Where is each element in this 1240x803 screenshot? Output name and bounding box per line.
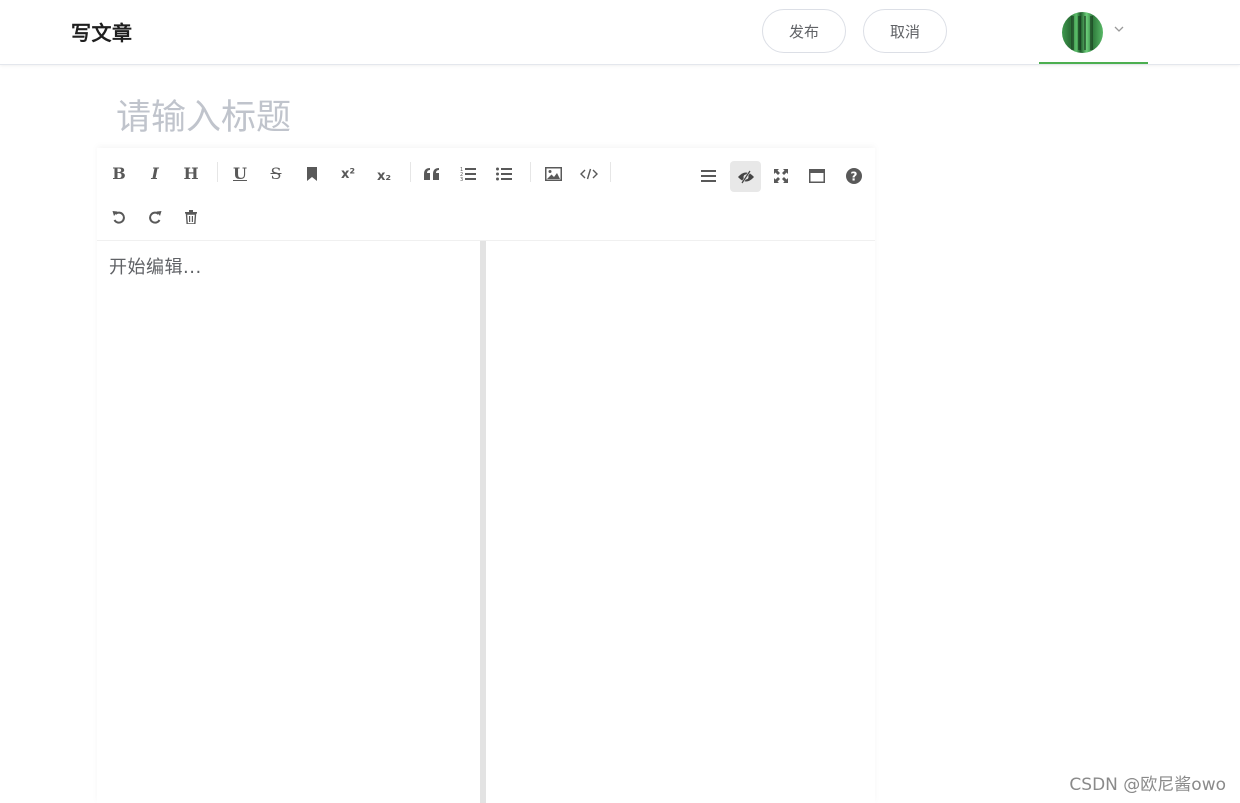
redo-button[interactable] bbox=[141, 203, 169, 231]
undo-icon bbox=[112, 211, 125, 224]
redo-icon bbox=[149, 211, 162, 224]
trash-icon bbox=[185, 210, 197, 224]
chevron-down-icon[interactable] bbox=[1112, 22, 1126, 36]
strikethrough-button[interactable]: S bbox=[262, 160, 290, 188]
page-title: 写文章 bbox=[71, 21, 133, 45]
editor-toolbar: B I H U S x² x₂ 1 2 3 ? bbox=[97, 148, 875, 241]
code-icon bbox=[580, 168, 598, 180]
italic-button[interactable]: I bbox=[141, 160, 169, 188]
code-button[interactable] bbox=[575, 160, 603, 188]
svg-text:?: ? bbox=[851, 170, 858, 184]
ordered-list-icon: 1 2 3 bbox=[460, 167, 476, 182]
avatar[interactable] bbox=[1062, 12, 1103, 53]
unordered-list-button[interactable] bbox=[490, 160, 518, 188]
fullscreen-button[interactable] bbox=[767, 162, 795, 190]
image-icon bbox=[544, 167, 562, 181]
window-button[interactable] bbox=[803, 162, 831, 190]
publish-button[interactable]: 发布 bbox=[762, 9, 846, 53]
watermark: CSDN @欧尼酱owo bbox=[1069, 775, 1226, 795]
question-circle-icon: ? bbox=[846, 168, 862, 184]
svg-text:3: 3 bbox=[460, 177, 463, 182]
strikethrough-icon: S bbox=[270, 164, 282, 183]
bold-button[interactable]: B bbox=[105, 160, 133, 188]
window-icon bbox=[809, 169, 825, 183]
help-button[interactable]: ? bbox=[840, 162, 868, 190]
markdown-textarea[interactable] bbox=[109, 253, 469, 793]
bold-icon: B bbox=[112, 164, 126, 183]
superscript-button[interactable]: x² bbox=[334, 160, 362, 188]
preview-pane bbox=[486, 241, 875, 803]
cancel-button[interactable]: 取消 bbox=[863, 9, 947, 53]
eye-slash-icon bbox=[737, 169, 754, 184]
title-input[interactable] bbox=[116, 90, 856, 146]
quote-icon bbox=[424, 168, 439, 180]
heading-button[interactable]: H bbox=[177, 160, 205, 188]
markdown-editor: B I H U S x² x₂ 1 2 3 ? 开始编辑... bbox=[97, 148, 875, 803]
underline-icon: U bbox=[233, 164, 247, 183]
bookmark-icon bbox=[307, 167, 317, 181]
user-menu[interactable] bbox=[1039, 0, 1148, 64]
italic-icon: I bbox=[151, 164, 159, 183]
ordered-list-button[interactable]: 1 2 3 bbox=[454, 160, 482, 188]
unordered-list-icon bbox=[496, 167, 512, 181]
subscript-button[interactable]: x₂ bbox=[370, 162, 398, 190]
navigation-button[interactable] bbox=[694, 162, 722, 190]
heading-icon: H bbox=[183, 164, 199, 183]
preview-toggle-button[interactable] bbox=[730, 161, 761, 192]
underline-button[interactable]: U bbox=[226, 160, 254, 188]
edit-pane bbox=[97, 241, 480, 803]
image-button[interactable] bbox=[539, 160, 567, 188]
undo-button[interactable] bbox=[105, 203, 133, 231]
bookmark-button[interactable] bbox=[298, 160, 326, 188]
menu-icon bbox=[700, 170, 716, 182]
subscript-icon: x₂ bbox=[376, 168, 392, 184]
expand-icon bbox=[774, 169, 788, 183]
superscript-icon: x² bbox=[340, 166, 356, 182]
clear-button[interactable] bbox=[177, 203, 205, 231]
top-header: 写文章 发布 取消 bbox=[0, 0, 1240, 65]
quote-button[interactable] bbox=[418, 160, 446, 188]
